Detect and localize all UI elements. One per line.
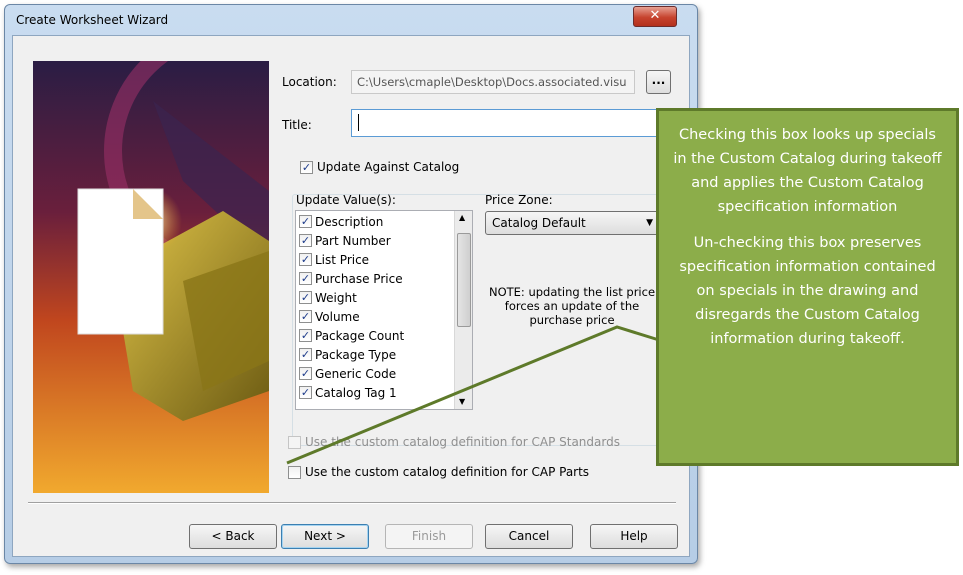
pointer-line — [286, 325, 660, 465]
annotation-callout: Checking this box looks up specials in t… — [656, 108, 959, 466]
callout-paragraph-checked: Checking this box looks up specials in t… — [673, 127, 942, 215]
callout-paragraph-unchecked: Un-checking this box preserves specifica… — [679, 235, 936, 347]
